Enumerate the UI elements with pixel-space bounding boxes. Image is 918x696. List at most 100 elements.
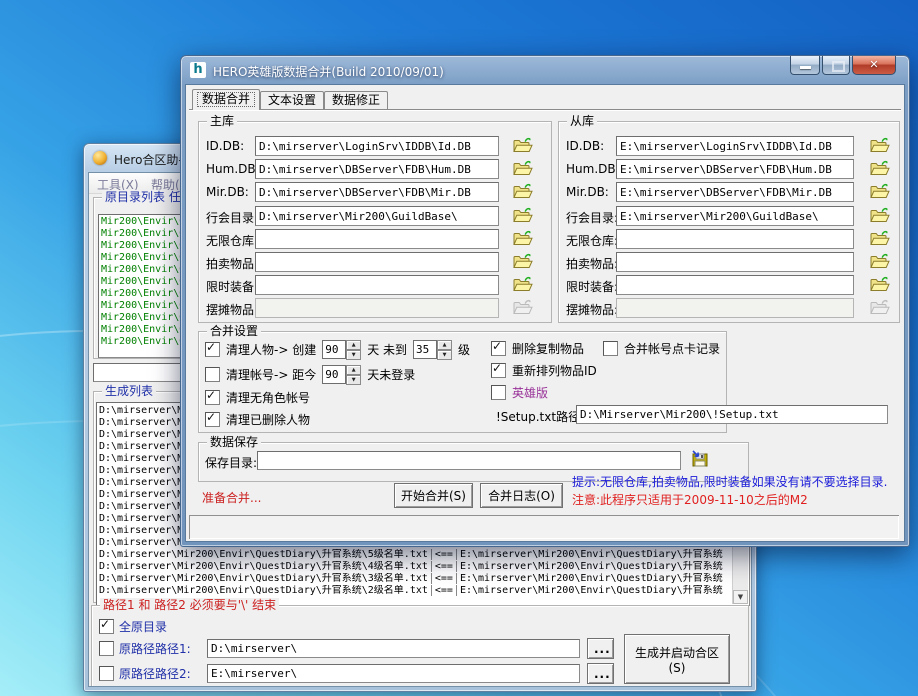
browse-folder-button[interactable]	[868, 206, 892, 226]
merge-log-button[interactable]: 合并日志(O)	[480, 483, 563, 508]
browse-folder-button[interactable]	[868, 275, 892, 295]
browse-folder-button[interactable]	[511, 252, 535, 272]
from-db-group: 从库 ID.DB: Hum.DB: Mir.DB: 行会目录: 无限仓库: 拍卖…	[558, 121, 900, 323]
open-folder-icon	[870, 137, 890, 153]
db-path-input[interactable]	[616, 136, 854, 156]
db-path-input[interactable]	[255, 252, 499, 272]
browse-folder-button[interactable]	[868, 229, 892, 249]
reorder-items-label: 重新排列物品ID	[512, 362, 597, 379]
save-disk-icon[interactable]	[691, 450, 709, 468]
path1-checkbox[interactable]	[99, 641, 114, 656]
browse-folder-button[interactable]	[868, 159, 892, 179]
browse-folder-button[interactable]	[511, 206, 535, 226]
tab-data-merge[interactable]: 数据合并	[192, 89, 260, 110]
generated-list-item[interactable]: D:\mirserver\Mir200\Envir\QuestDiary\升官系…	[99, 585, 747, 597]
minimize-button[interactable]	[790, 56, 820, 75]
clean-account-days-input[interactable]	[322, 365, 346, 384]
spin-down-icon[interactable]: ▼	[346, 375, 361, 385]
db-path-input[interactable]	[616, 182, 854, 202]
copy-direction-arrow: <==	[431, 561, 457, 572]
setup-path-input[interactable]	[576, 405, 888, 424]
spin-up-icon[interactable]: ▲	[346, 340, 361, 350]
db-path-input[interactable]	[255, 206, 499, 226]
db-path-input[interactable]	[255, 136, 499, 156]
clean-char-tail-label: 级	[458, 341, 470, 358]
clean-deleted-row: 清理已删除人物	[205, 411, 310, 428]
db-field-label: Mir.DB:	[206, 185, 249, 199]
clean-char-days-input[interactable]	[322, 340, 346, 359]
db-field-row: ID.DB:	[199, 136, 551, 157]
generated-list-item[interactable]: D:\mirserver\Mir200\Envir\QuestDiary\升官系…	[99, 549, 747, 561]
scroll-down-button[interactable]: ▼	[733, 590, 748, 604]
open-folder-icon	[513, 207, 533, 223]
browse-folder-button[interactable]	[511, 136, 535, 156]
save-dir-input[interactable]	[257, 451, 681, 470]
browse-folder-button[interactable]	[511, 275, 535, 295]
db-path-input[interactable]	[616, 252, 854, 272]
generate-start-button[interactable]: 生成并启动合区(S)	[624, 634, 730, 684]
reorder-items-checkbox[interactable]	[491, 363, 506, 378]
generated-list-item[interactable]: D:\mirserver\Mir200\Envir\QuestDiary\升官系…	[99, 573, 747, 585]
clean-char-label: 清理人物-> 创建	[226, 341, 316, 358]
main-db-group: 主库 ID.DB: Hum.DB: Mir.DB: 行会目录: 无限仓库: 拍卖…	[198, 121, 552, 323]
path2-input[interactable]	[207, 664, 580, 683]
clean-deleted-checkbox[interactable]	[205, 412, 220, 427]
db-path-input	[616, 298, 854, 318]
hero-version-checkbox[interactable]	[491, 385, 506, 400]
helper-window-title: Hero合区助手	[114, 151, 190, 168]
progress-panel	[189, 515, 899, 539]
path2-browse-button[interactable]: ...	[587, 663, 614, 684]
all-dirs-checkbox[interactable]	[99, 619, 114, 634]
maximize-button[interactable]	[822, 56, 850, 75]
dialog-titlebar[interactable]: h HERO英雄版数据合并(Build 2010/09/01) ✕	[181, 56, 909, 84]
maximize-icon	[832, 61, 845, 72]
merge-card-checkbox[interactable]	[603, 341, 618, 356]
browse-folder-button[interactable]	[511, 182, 535, 202]
start-merge-button[interactable]: 开始合并(S)	[394, 483, 473, 508]
db-path-input[interactable]	[616, 159, 854, 179]
path-rules-group-label: 路径1 和 路径2 必须要与'\' 结束	[100, 598, 279, 612]
path1-browse-button[interactable]: ...	[587, 638, 614, 659]
browse-folder-button[interactable]	[511, 229, 535, 249]
open-folder-icon	[513, 276, 533, 292]
reorder-items-row: 重新排列物品ID	[491, 362, 597, 379]
browse-folder-button[interactable]	[868, 182, 892, 202]
db-path-input[interactable]	[616, 229, 854, 249]
browse-folder-button[interactable]	[868, 136, 892, 156]
generated-list-item[interactable]: D:\mirserver\Mir200\Envir\QuestDiary\升官系…	[99, 561, 747, 573]
path1-row: 原路径路径1:	[99, 640, 191, 657]
tab-data-fix[interactable]: 数据修正	[324, 91, 388, 110]
warning-text-red: 注意:此程序只适用于2009-11-10之后的M2	[572, 491, 808, 508]
close-button[interactable]: ✕	[852, 56, 896, 75]
tab-page-border	[189, 109, 901, 110]
spin-down-icon[interactable]: ▼	[437, 350, 452, 360]
clean-char-checkbox[interactable]	[205, 342, 220, 357]
tab-text-settings[interactable]: 文本设置	[260, 91, 324, 110]
db-path-input[interactable]	[616, 275, 854, 295]
clean-char-level-input[interactable]	[413, 340, 437, 359]
spin-up-icon[interactable]: ▲	[346, 365, 361, 375]
db-field-label: Hum.DB:	[566, 162, 620, 176]
desktop: Hero合区助手 工具(X) 帮助( 原目录列表 任务 Mir200\Envir…	[0, 0, 918, 696]
spin-down-icon[interactable]: ▼	[346, 350, 361, 360]
db-path-input[interactable]	[255, 275, 499, 295]
path2-checkbox[interactable]	[99, 666, 114, 681]
clean-account-label: 清理帐号-> 距今	[226, 366, 316, 383]
db-path-input[interactable]	[255, 229, 499, 249]
clean-norole-checkbox[interactable]	[205, 390, 220, 405]
clean-account-checkbox[interactable]	[205, 367, 220, 382]
path1-input[interactable]	[207, 639, 580, 658]
del-dup-checkbox[interactable]	[491, 341, 506, 356]
path1-label: 原路径路径1:	[119, 640, 191, 657]
clean-norole-label: 清理无角色帐号	[226, 389, 310, 406]
db-field-row: 无限仓库:	[559, 229, 899, 250]
browse-folder-button[interactable]	[511, 159, 535, 179]
del-dup-label: 删除复制物品	[512, 340, 584, 357]
open-folder-icon	[513, 183, 533, 199]
db-path-input[interactable]	[255, 182, 499, 202]
db-path-input[interactable]	[255, 159, 499, 179]
browse-folder-button[interactable]	[868, 252, 892, 272]
close-icon: ✕	[853, 58, 895, 71]
spin-up-icon[interactable]: ▲	[437, 340, 452, 350]
db-path-input[interactable]	[616, 206, 854, 226]
